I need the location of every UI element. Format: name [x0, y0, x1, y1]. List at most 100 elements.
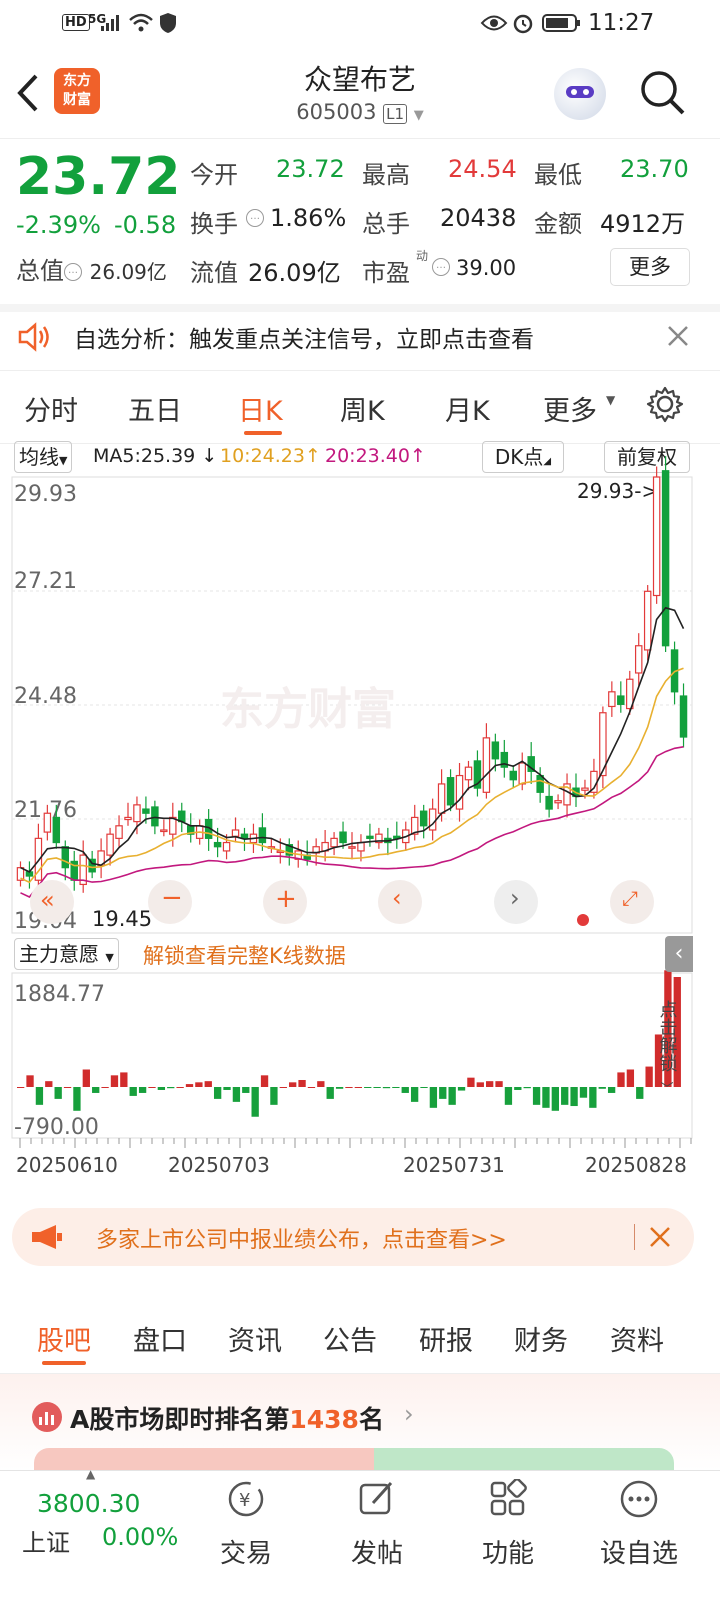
indicator-bar: [82, 1069, 90, 1087]
candle: [348, 846, 356, 849]
high-value: 24.54: [448, 155, 517, 183]
unlock-side-button[interactable]: 点击解锁 ﹀: [652, 1000, 682, 1101]
candle: [43, 812, 52, 833]
scroll-left-button[interactable]: ‹: [378, 880, 422, 924]
info-icon[interactable]: …: [246, 209, 264, 227]
indicator-bar: [326, 1087, 334, 1099]
indicator-bar: [617, 1072, 625, 1087]
indicator-bar: [157, 1087, 166, 1090]
indicator-select[interactable]: 主力意愿 ▼: [14, 938, 119, 970]
indicator-bar: [467, 1077, 475, 1087]
close-icon[interactable]: [666, 324, 690, 348]
search-icon[interactable]: [638, 68, 688, 118]
functions-button[interactable]: 功能: [443, 1471, 573, 1601]
indicator-bar: [514, 1087, 522, 1090]
indicator-bar: [579, 1087, 588, 1098]
tab-more[interactable]: 更多: [543, 389, 597, 428]
index-pct[interactable]: 0.00%: [102, 1523, 178, 1551]
fullscreen-button[interactable]: ⤢: [610, 880, 654, 924]
indicator-bar: [392, 1087, 400, 1088]
pe-sup: 动: [416, 249, 429, 263]
tab-5day[interactable]: 五日: [128, 389, 182, 428]
unlock-link[interactable]: 解锁查看完整K线数据: [143, 940, 346, 970]
trade-button[interactable]: ¥ 交易: [181, 1471, 311, 1601]
dropdown-icon: ▼: [413, 108, 424, 123]
indicator-bar: [26, 1075, 34, 1087]
stock-title: 众望布艺: [303, 63, 416, 96]
candle: [464, 766, 473, 781]
candle: [679, 695, 688, 738]
mktcap-row: 总值… 26.09亿: [16, 257, 167, 285]
tab-daily-k[interactable]: 日K: [238, 389, 283, 428]
candle: [437, 783, 446, 814]
kline-svg: 东方财富 29.93 27.21 24.48 21.76 19.04 29.93…: [11, 456, 693, 1177]
tab-weekly-k[interactable]: 周K: [340, 389, 385, 428]
battery-icon: [542, 14, 580, 32]
indicator-bar: [598, 1087, 606, 1089]
candle: [142, 808, 150, 814]
index-value[interactable]: 3800.30: [37, 1489, 140, 1518]
alert-bar[interactable]: 自选分析：触发重点关注信号，立即点击查看: [0, 304, 720, 370]
tab-profile[interactable]: 资料: [610, 1319, 664, 1358]
kline-chart[interactable]: 均线▼ MA5:25.39 ↓ 10:24.23↑ 20:23.40↑ DK点◢…: [0, 441, 720, 1224]
stock-code[interactable]: 605003 L1 ▼: [0, 100, 720, 124]
announcement-banner[interactable]: 多家上市公司中报业绩公布，点击查看>>: [12, 1208, 694, 1266]
indicator-bar: [176, 1087, 184, 1088]
candle: [61, 846, 70, 869]
post-button[interactable]: 发帖: [312, 1471, 442, 1601]
alert-text: 自选分析：触发重点关注信号，立即点击查看: [74, 327, 534, 353]
more-button[interactable]: 更多: [610, 248, 690, 286]
tab-news[interactable]: 资讯: [228, 1319, 282, 1358]
rank-card[interactable]: A股市场即时排名第1438名 ›: [0, 1374, 720, 1478]
candle: [258, 827, 267, 844]
indicator-bar: [476, 1082, 484, 1087]
indicator-bar: [242, 1087, 250, 1093]
info-icon[interactable]: …: [432, 258, 450, 276]
tab-research[interactable]: 研报: [419, 1319, 473, 1358]
scroll-right-button[interactable]: ›: [494, 880, 538, 924]
tab-pankou[interactable]: 盘口: [133, 1319, 187, 1358]
open-label: 今开: [190, 161, 238, 189]
high-label: 最高: [362, 161, 410, 189]
scroll-left-fast-button[interactable]: «: [30, 880, 74, 924]
low-marker: 19.45: [92, 907, 152, 931]
candle: [661, 470, 670, 647]
candle: [124, 816, 132, 821]
candle: [455, 774, 464, 810]
indicator-bar: [607, 1087, 616, 1093]
chevron-right-icon: ›: [404, 1400, 414, 1428]
indicator-bar: [270, 1087, 278, 1105]
chevron-up-icon: ▲: [86, 1467, 96, 1481]
collapse-button[interactable]: ‹: [665, 936, 693, 972]
pe-label: 市盈: [362, 259, 410, 287]
tab-finance[interactable]: 财务: [514, 1319, 568, 1358]
level-badge: L1: [383, 104, 408, 124]
indicator-bar: [307, 1087, 316, 1088]
robot-avatar[interactable]: [554, 68, 606, 120]
indicator-bar: [204, 1081, 212, 1087]
zoom-out-button[interactable]: −: [148, 880, 192, 924]
index-name[interactable]: 上证: [22, 1523, 70, 1558]
svg-text:¥: ¥: [239, 1490, 250, 1511]
zoom-in-button[interactable]: +: [263, 880, 307, 924]
tab-announcements[interactable]: 公告: [323, 1319, 377, 1358]
wifi-icon: [129, 13, 153, 32]
candle: [106, 833, 114, 856]
tab-fenshi[interactable]: 分时: [24, 389, 78, 428]
hd-icon: HD: [62, 14, 90, 31]
indicator-bar: [110, 1075, 119, 1087]
active-tab-indicator: [244, 431, 282, 435]
info-icon[interactable]: …: [64, 263, 82, 281]
indicator-bar: [251, 1087, 259, 1117]
gear-icon[interactable]: [646, 385, 684, 423]
x-tick: 20250731: [403, 1153, 505, 1177]
add-watchlist-button[interactable]: 设自选: [574, 1471, 704, 1601]
tab-monthly-k[interactable]: 月K: [445, 389, 490, 428]
candle: [52, 816, 61, 844]
close-icon[interactable]: [648, 1225, 672, 1249]
speaker-icon: [18, 322, 49, 352]
tab-guba[interactable]: 股吧: [37, 1319, 91, 1358]
candle: [339, 831, 347, 844]
active-tab-indicator: [42, 1361, 86, 1365]
float-value: 26.09亿: [248, 259, 341, 287]
